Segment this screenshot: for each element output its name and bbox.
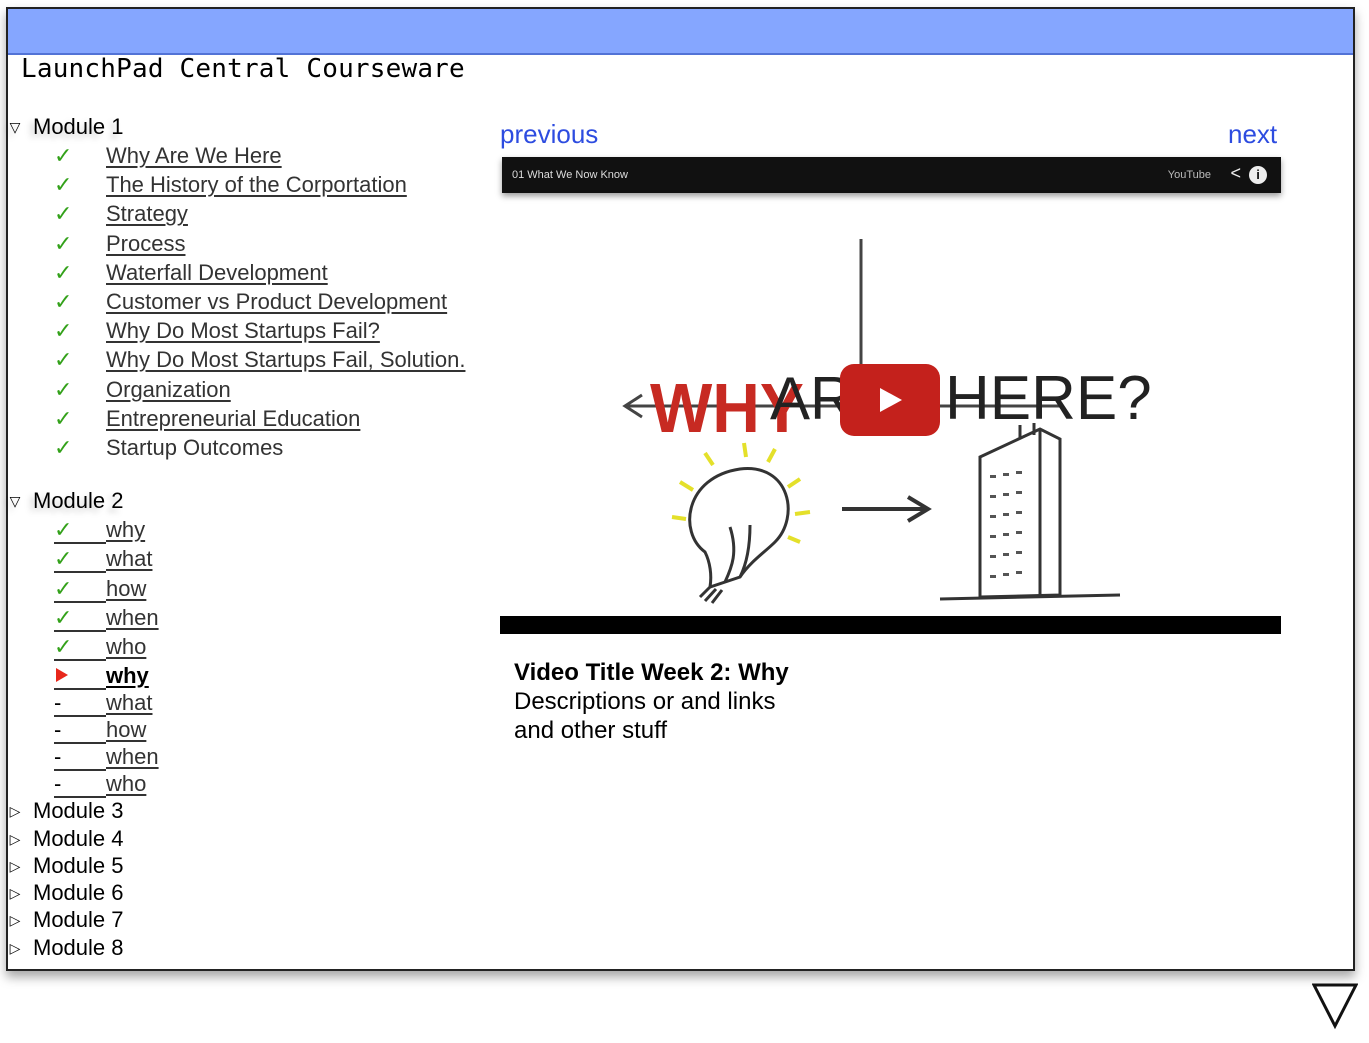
app-title: LaunchPad Central Courseware: [21, 54, 465, 84]
module-3-toggle[interactable]: ▷ Module 3: [8, 798, 124, 824]
lesson-link[interactable]: Organization: [106, 377, 231, 403]
module-label: Module 6: [33, 880, 124, 906]
lesson-underline: [54, 600, 106, 603]
module-label: Module 3: [33, 798, 124, 824]
video-description: Video Title Week 2: Why Descriptions or …: [514, 658, 789, 745]
checkmark-icon: ✓: [54, 172, 73, 198]
lesson-underline: [54, 629, 106, 632]
lightbulb-icon: [688, 467, 790, 604]
lesson-link[interactable]: why: [106, 663, 149, 689]
checkmark-icon: ✓: [54, 259, 73, 285]
lesson-link[interactable]: Startup Outcomes: [106, 435, 283, 461]
module-7-toggle[interactable]: ▷ Module 7: [8, 907, 124, 933]
module-label: Module 2: [33, 488, 124, 514]
module-4-toggle[interactable]: ▷ Module 4: [8, 826, 124, 852]
module-label: Module 4: [33, 825, 124, 851]
checkmark-icon: ✓: [54, 604, 73, 630]
module-1-toggle[interactable]: ▽ Module 1: [8, 114, 124, 140]
triangle-right-icon[interactable]: ▷: [8, 935, 22, 961]
dash-icon: -: [54, 717, 62, 743]
module-6-toggle[interactable]: ▷ Module 6: [8, 880, 124, 906]
previous-link[interactable]: previous: [500, 119, 598, 150]
lesson-link[interactable]: what: [106, 690, 152, 716]
lesson-link[interactable]: who: [106, 634, 146, 660]
checkmark-icon: ✓: [54, 517, 73, 543]
checkmark-icon: ✓: [54, 201, 73, 227]
svg-text:HERE?: HERE?: [945, 364, 1152, 433]
lesson-link[interactable]: when: [106, 744, 159, 770]
triangle-right-icon[interactable]: ▷: [8, 880, 22, 906]
module-label: Module 8: [33, 934, 124, 960]
checkmark-icon: ✓: [54, 289, 73, 314]
dash-icon: -: [54, 771, 62, 797]
lesson-link[interactable]: Customer vs Product Development: [106, 289, 447, 315]
triangle-down-icon[interactable]: ▽: [8, 114, 22, 140]
triangle-right-icon[interactable]: ▷: [8, 798, 22, 824]
lesson-link[interactable]: The History of the Corportation: [106, 172, 407, 198]
lesson-link[interactable]: who: [106, 771, 146, 797]
checkmark-icon: ✓: [54, 575, 73, 601]
module-2-toggle[interactable]: ▽ Module 2: [8, 488, 124, 514]
lesson-link[interactable]: Waterfall Development: [106, 260, 328, 286]
lesson-link[interactable]: Why Do Most Startups Fail, Solution.: [106, 347, 465, 373]
lesson-underline: [54, 542, 106, 545]
module-label: Module 5: [33, 852, 124, 878]
window-titlebar[interactable]: [8, 9, 1353, 55]
lesson-underline: [54, 571, 106, 574]
module-8-toggle[interactable]: ▷ Module 8: [8, 935, 124, 961]
lesson-link[interactable]: Why Do Most Startups Fail?: [106, 318, 380, 344]
lesson-link[interactable]: why: [106, 517, 145, 543]
triangle-right-icon[interactable]: ▷: [8, 907, 22, 933]
checkmark-icon: ✓: [54, 230, 73, 256]
checkmark-icon: ✓: [54, 435, 73, 460]
video-control-bar[interactable]: [500, 616, 1281, 634]
module-label: Module 7: [33, 907, 124, 933]
checkmark-icon: ✓: [54, 546, 73, 572]
building-icon: [939, 423, 1121, 601]
next-link[interactable]: next: [1228, 119, 1277, 150]
module-label: Module 1: [33, 114, 124, 139]
checkmark-icon: ✓: [54, 634, 73, 659]
triangle-down-icon[interactable]: ▽: [8, 488, 22, 514]
lesson-link[interactable]: Why Are We Here: [106, 143, 282, 169]
dash-icon: -: [54, 690, 62, 716]
description-line: Descriptions or and links: [514, 688, 776, 715]
lesson-link[interactable]: how: [106, 717, 146, 743]
current-arrow-icon: [56, 668, 68, 683]
triangle-right-icon[interactable]: ▷: [8, 853, 22, 879]
video-title: Video Title Week 2: Why: [514, 659, 789, 686]
checkmark-icon: ✓: [54, 376, 73, 402]
checkmark-icon: ✓: [54, 347, 73, 373]
lesson-link[interactable]: what: [106, 546, 152, 572]
play-button[interactable]: [840, 364, 940, 436]
lesson-link[interactable]: when: [106, 605, 159, 631]
lesson-link[interactable]: Entrepreneurial Education: [106, 406, 360, 432]
scroll-down-icon[interactable]: [1312, 982, 1358, 1030]
lesson-link[interactable]: Strategy: [106, 201, 188, 227]
description-line: and other stuff: [514, 717, 667, 744]
checkmark-icon: ✓: [54, 405, 73, 431]
module-5-toggle[interactable]: ▷ Module 5: [8, 853, 124, 879]
checkmark-icon: ✓: [54, 143, 73, 168]
video-player[interactable]: 01 What We Now Know YouTube < i WHY ARE …: [500, 157, 1281, 634]
triangle-right-icon[interactable]: ▷: [8, 826, 22, 852]
dash-icon: -: [54, 744, 62, 770]
lesson-link[interactable]: Process: [106, 231, 185, 257]
lesson-link[interactable]: how: [106, 576, 146, 602]
checkmark-icon: ✓: [54, 318, 73, 344]
lesson-underline: [54, 659, 106, 661]
